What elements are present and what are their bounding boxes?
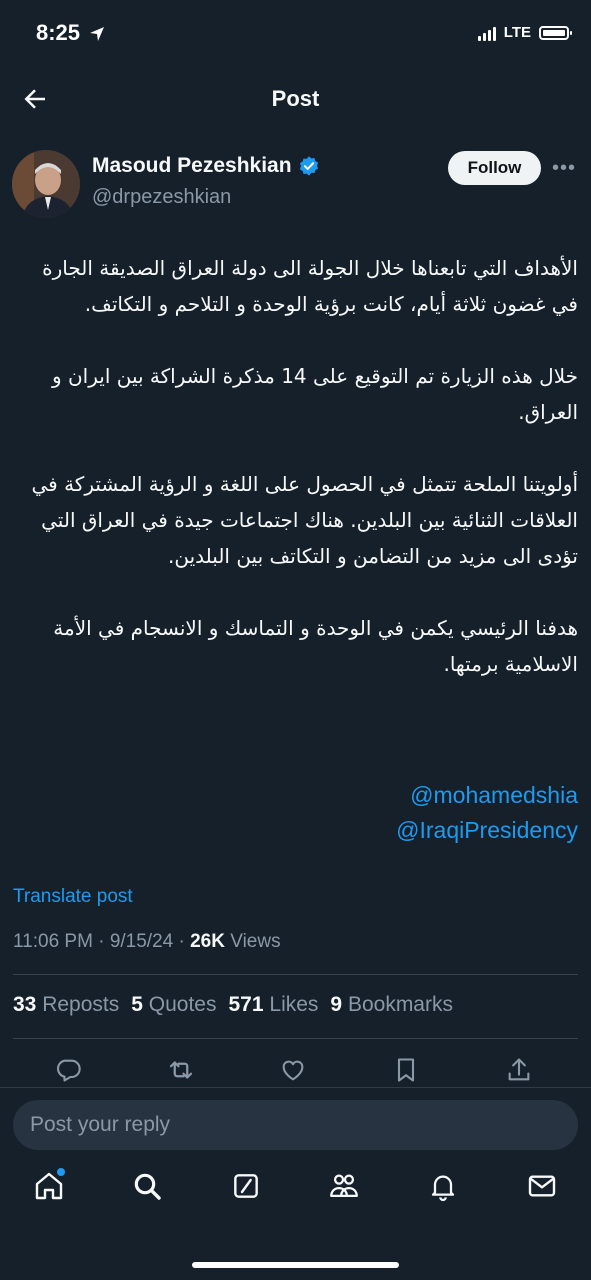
engagement-stats: 33 Reposts 5 Quotes 571 Likes 9 Bookmark… [13,993,453,1017]
bookmark-button[interactable] [388,1052,424,1088]
status-indicators: LTE [477,24,572,41]
views-label: Views [230,931,281,952]
messages-icon [528,1175,556,1197]
status-time-text: 8:25 [36,20,81,45]
network-label: LTE [503,24,531,41]
avatar[interactable] [12,150,80,218]
tab-communities[interactable] [324,1166,364,1206]
post-paragraph: أولويتنا الملحة تتمثل في الحصول على اللغ… [31,472,578,568]
tab-grok[interactable] [226,1166,266,1206]
post-meta: 11:06 PM · 9/15/24 · 26K Views [13,931,281,952]
tab-messages[interactable] [522,1166,562,1206]
quotes-count: 5 [131,993,143,1016]
notifications-icon [431,1175,455,1202]
status-time: 8:25 [36,20,105,46]
divider [13,974,578,975]
reply-button[interactable] [50,1052,86,1088]
reposts-count: 33 [13,993,37,1016]
views-count: 26K [190,931,225,952]
avatar-image [12,150,80,218]
post-paragraph: الأهداف التي تابعناها خلال الجولة الى دو… [42,256,578,316]
mention-link[interactable]: @IraqiPresidency [396,813,578,848]
search-icon [134,1173,161,1200]
mentions: @mohamedshia @IraqiPresidency [396,778,578,848]
divider [13,1038,578,1039]
page-title: Post [271,86,320,111]
home-indicator [192,1262,399,1268]
post-paragraph: هدفنا الرئيسي يكمن في الوحدة و التماسك و… [53,616,578,676]
bottom-tab-bar [0,1166,591,1230]
likes-stat[interactable]: 571 Likes [229,993,319,1017]
tab-home[interactable] [29,1166,69,1206]
like-icon [282,1060,304,1081]
reply-input[interactable]: Post your reply [13,1100,578,1150]
location-arrow-icon [90,27,105,42]
home-notification-dot [57,1168,65,1176]
action-bar [0,1052,591,1092]
share-icon [508,1058,530,1081]
reposts-stat[interactable]: 33 Reposts [13,993,119,1017]
bookmarks-count: 9 [330,993,343,1016]
post-date[interactable]: 9/15/24 [110,931,173,952]
repost-button[interactable] [163,1052,199,1088]
tab-notifications[interactable] [423,1166,463,1206]
quotes-label: Quotes [148,993,217,1016]
verified-badge-icon [299,156,318,176]
author-name[interactable]: Masoud Pezeshkian [92,154,292,178]
post-text: الأهداف التي تابعناها خلال الجولة الى دو… [12,250,578,682]
post-paragraph: خلال هذه الزيارة تم التوقيع على 14 مذكرة… [51,364,578,424]
follow-button[interactable]: Follow [448,151,541,185]
reposts-label: Reposts [42,993,120,1016]
tab-search[interactable] [127,1166,167,1206]
battery-icon [539,25,572,40]
post-time[interactable]: 11:06 PM [13,931,93,952]
author-handle[interactable]: @drpezeshkian [92,186,231,209]
quotes-stat[interactable]: 5 Quotes [131,993,216,1017]
more-options-icon[interactable]: ••• [552,157,576,180]
signal-icon [477,25,496,41]
bookmarks-label: Bookmarks [347,993,453,1016]
mention-link[interactable]: @mohamedshia [396,778,578,813]
communities-icon [330,1174,358,1198]
reply-icon [56,1059,81,1082]
bookmarks-stat[interactable]: 9 Bookmarks [330,993,453,1017]
author-name-row[interactable]: Masoud Pezeshkian [92,154,320,178]
repost-icon [169,1061,193,1079]
share-button[interactable] [501,1052,537,1088]
reply-placeholder: Post your reply [30,1113,171,1136]
translate-post-link[interactable]: Translate post [13,886,133,908]
likes-label: Likes [269,993,319,1016]
likes-count: 571 [228,993,264,1016]
divider [0,1087,591,1088]
like-button[interactable] [275,1052,311,1088]
grok-icon [234,1174,258,1198]
bookmark-icon [397,1058,415,1082]
